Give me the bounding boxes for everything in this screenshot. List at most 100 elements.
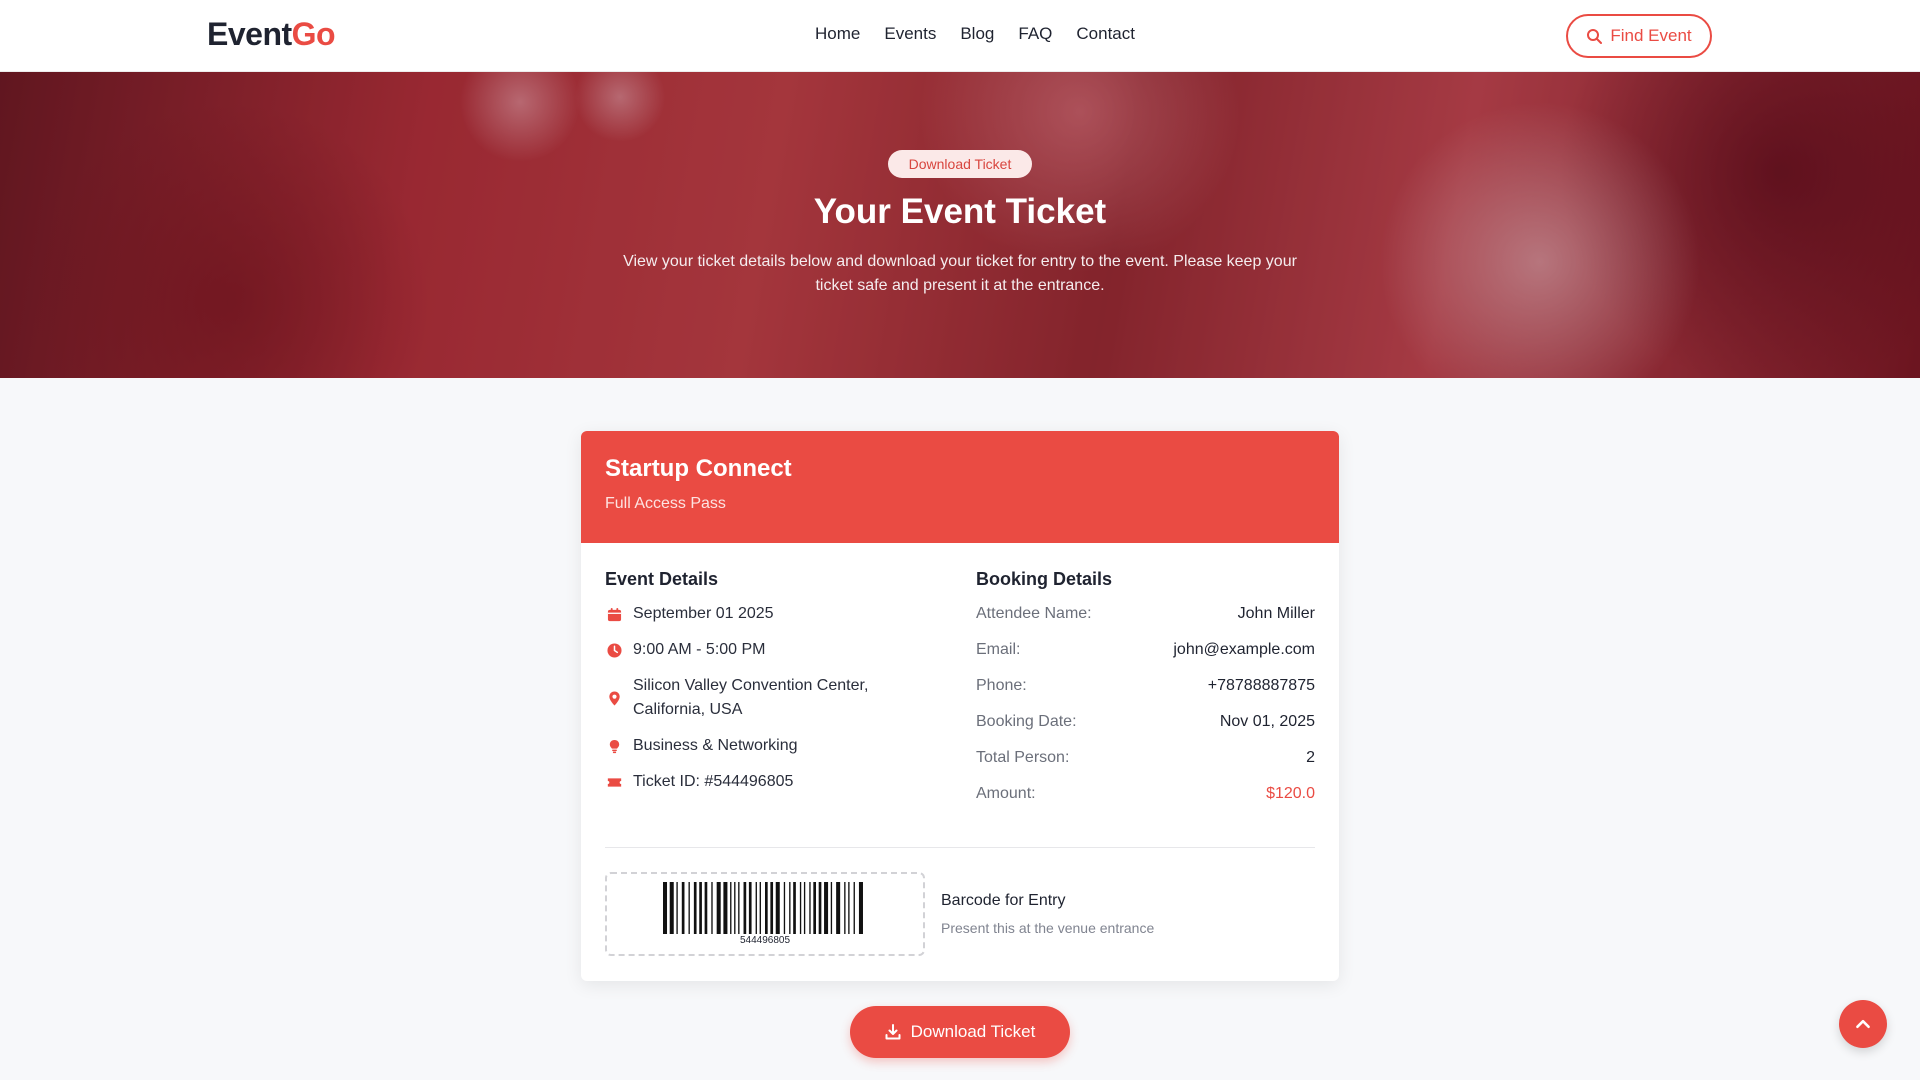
booking-label: Amount: [976, 785, 1036, 802]
barcode-bar [830, 882, 833, 934]
download-ticket-button[interactable]: Download Ticket [850, 1006, 1070, 1058]
booking-row: Email: john@example.com [976, 638, 1315, 662]
detail-ticket-id-text: Ticket ID: #544496805 [633, 773, 794, 790]
booking-row: Attendee Name: John Miller [976, 602, 1315, 626]
event-name: Startup Connect [605, 455, 792, 482]
barcode-bar [723, 882, 728, 934]
detail-location-text: Silicon Valley Convention Center, Califo… [633, 677, 869, 718]
site-header: EventGo Home Events Blog FAQ Contact Fin… [0, 0, 1920, 72]
booking-value: john@example.com [1173, 641, 1315, 658]
download-icon [885, 1024, 901, 1040]
booking-value: 2 [1306, 749, 1315, 766]
barcode-bar [818, 882, 822, 934]
download-ticket-label: Download Ticket [910, 1022, 1036, 1041]
ticket-icon [605, 770, 623, 794]
barcode-bar [765, 882, 768, 934]
barcode-bar [858, 882, 863, 934]
barcode-bar [789, 882, 791, 934]
barcode-bar [844, 882, 846, 934]
booking-value: John Miller [1237, 605, 1315, 622]
location-pin-icon [605, 674, 623, 722]
nav-blog[interactable]: Blog [960, 24, 994, 44]
barcode-bar [681, 882, 685, 934]
barcode-bar [824, 882, 829, 934]
event-details: Event Details September 01 2025 9:00 AM … [605, 569, 905, 806]
barcode-bar [748, 882, 752, 934]
barcode-bar [734, 882, 736, 934]
calendar-icon [605, 602, 623, 626]
booking-row: Amount: $120.0 [976, 782, 1315, 806]
pass-type: Full Access Pass [605, 495, 726, 512]
booking-label: Booking Date: [976, 713, 1077, 730]
detail-category-text: Business & Networking [633, 737, 798, 754]
booking-details: Booking Details Attendee Name: John Mill… [976, 569, 1315, 818]
barcode-bar [848, 882, 850, 934]
find-event-label: Find Event [1610, 26, 1692, 45]
search-icon [1587, 29, 1603, 44]
detail-time-text: 9:00 AM - 5:00 PM [633, 641, 766, 658]
nav-events[interactable]: Events [884, 24, 936, 44]
booking-value: Nov 01, 2025 [1219, 713, 1315, 730]
nav-home[interactable]: Home [815, 24, 860, 44]
detail-location: Silicon Valley Convention Center, Califo… [605, 674, 905, 722]
barcode-bar [730, 882, 732, 934]
booking-value: +78788887875 [1207, 677, 1315, 694]
barcode-bar [775, 882, 780, 934]
detail-category: Business & Networking [605, 734, 905, 758]
barcode-bar [669, 882, 674, 934]
barcode-bar [770, 882, 774, 934]
barcode-bar [716, 882, 721, 934]
scroll-to-top-button[interactable] [1839, 1000, 1887, 1048]
booking-label: Phone: [976, 677, 1027, 694]
hero-description: View your ticket details below and downl… [623, 253, 1297, 294]
booking-row: Total Person: 2 [976, 746, 1315, 770]
barcode-bar [688, 882, 690, 934]
barcode-number: 544496805 [739, 935, 791, 946]
barcode-bar [783, 882, 786, 934]
barcode-label: Barcode for Entry [941, 892, 1066, 909]
booking-label: Attendee Name: [976, 605, 1092, 622]
event-details-title: Event Details [605, 569, 719, 589]
barcode-bar [711, 882, 713, 934]
divider [605, 847, 1315, 848]
barcode-bar [836, 882, 841, 934]
barcode-bar [793, 882, 796, 934]
booking-details-title: Booking Details [976, 569, 1113, 589]
detail-time: 9:00 AM - 5:00 PM [605, 638, 905, 662]
barcode-bar [699, 882, 702, 934]
ticket-card: Startup Connect Full Access Pass Event D… [581, 431, 1339, 981]
barcode-bar [738, 882, 740, 934]
barcode-bar [676, 882, 678, 934]
nav-contact[interactable]: Contact [1076, 24, 1135, 44]
barcode-bar [755, 882, 757, 934]
find-event-button[interactable]: Find Event [1566, 14, 1712, 58]
nav-faq[interactable]: FAQ [1018, 24, 1052, 44]
barcode: 544496805 [605, 872, 925, 956]
lightbulb-icon [605, 734, 623, 758]
booking-label: Total Person: [976, 749, 1070, 766]
barcode-bar [704, 882, 708, 934]
barcode-bar [799, 882, 802, 934]
chevron-up-icon [1856, 1019, 1870, 1029]
booking-row: Phone: +78788887875 [976, 674, 1315, 698]
ticket-header: Startup Connect Full Access Pass [581, 431, 1339, 543]
hero-badge: Download Ticket [888, 150, 1032, 178]
detail-date-text: September 01 2025 [633, 605, 774, 622]
barcode-bar [743, 882, 747, 934]
barcode-bar [853, 882, 855, 934]
hero-banner: Download Ticket Your Event Ticket View y… [0, 72, 1920, 378]
booking-amount: $120.0 [1266, 785, 1315, 802]
barcode-bar [803, 882, 806, 934]
barcode-bar [759, 882, 761, 934]
detail-ticket-id: Ticket ID: #544496805 [605, 770, 905, 794]
barcode-bar [813, 882, 816, 934]
barcode-hint: Present this at the venue entrance [941, 920, 1155, 936]
barcode-bar [663, 882, 668, 934]
page-title: Your Event Ticket [813, 192, 1107, 231]
barcode-image [663, 882, 863, 934]
barcode-bar [693, 882, 697, 934]
booking-label: Email: [976, 641, 1021, 658]
barcode-bar [809, 882, 811, 934]
clock-icon [605, 638, 623, 662]
booking-row: Booking Date: Nov 01, 2025 [976, 710, 1315, 734]
